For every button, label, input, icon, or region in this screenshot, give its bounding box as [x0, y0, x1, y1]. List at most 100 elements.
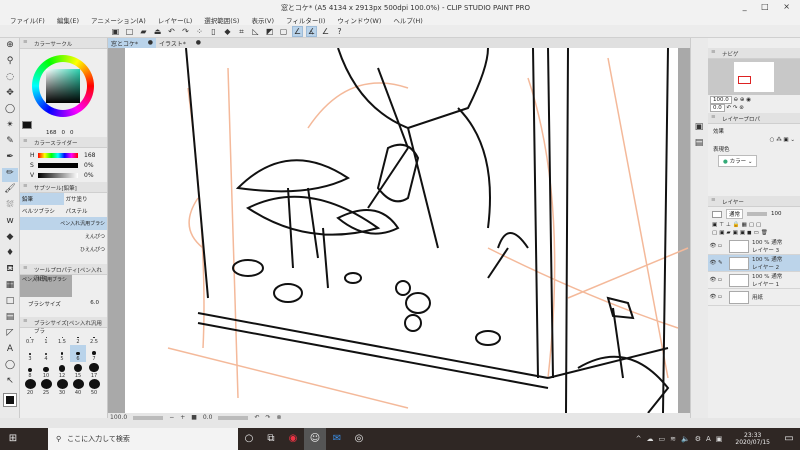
save-icon[interactable]: ⏏ — [152, 26, 163, 37]
layer-color-swatch[interactable] — [712, 210, 722, 218]
brush-size-option[interactable]: 12 — [54, 362, 70, 379]
zoom-value[interactable]: 100.0 — [110, 414, 127, 421]
layer-row[interactable]: 👁 ▫ 100 % 通常 レイヤー 1 — [708, 272, 800, 289]
rotate-icon[interactable]: ◌ — [2, 72, 18, 86]
tab-window-moss[interactable]: 窓とコケ* ● — [108, 38, 156, 48]
reset-rotation-icon[interactable]: ⊗ — [277, 414, 282, 421]
taskbar-search[interactable]: ⚲ ここに入力して検索 — [48, 428, 238, 450]
material-icon[interactable]: ▤ — [693, 138, 705, 152]
brush-size-option[interactable]: 6 — [70, 345, 86, 362]
brush-size-value[interactable]: 6.0 — [90, 300, 99, 308]
text-icon[interactable]: A — [2, 344, 18, 358]
task-view-icon[interactable]: ⧉ — [260, 428, 282, 450]
subtool-pastel[interactable]: パステル — [64, 205, 108, 217]
visibility-eye-icon[interactable]: 👁 — [708, 294, 718, 300]
menu-animation[interactable]: アニメーション(A) — [85, 14, 152, 25]
menu-layer[interactable]: レイヤー(L) — [152, 14, 199, 25]
layer-action-icons[interactable]: ▢▣▰▣▣◼▭🗑 — [712, 230, 796, 236]
main-color-swatch[interactable] — [3, 393, 17, 407]
visibility-eye-icon[interactable]: 👁 — [708, 277, 718, 283]
system-tray-icons[interactable]: ^☁▭≋🔈⚙A▣ — [636, 435, 728, 443]
zoom-in-icon[interactable]: + — [180, 414, 185, 421]
angle-slider[interactable] — [218, 415, 249, 420]
brush-size-option[interactable]: 4 — [38, 345, 54, 362]
brush-item[interactable]: ひえんぴつ — [20, 243, 107, 256]
layer-panel-icon[interactable]: ▣ — [693, 122, 705, 136]
tab-close-icon[interactable]: ● — [148, 39, 153, 47]
value-slider[interactable] — [38, 172, 78, 178]
menu-selection[interactable]: 選択範囲(S) — [198, 14, 245, 25]
brush-size-option[interactable]: 2 — [70, 328, 86, 345]
hue-slider-row[interactable]: H 168 — [30, 150, 107, 160]
menu-filter[interactable]: フィルター(I) — [280, 14, 331, 25]
effect-buttons[interactable]: ○ ⁂ ▣ ⌄ — [713, 137, 795, 143]
lasso-icon[interactable]: ◯ — [2, 104, 18, 118]
zoom-out-icon[interactable]: − — [169, 414, 174, 421]
clip-studio-taskbar-icon[interactable]: ☺ — [304, 428, 326, 450]
correct-line-icon[interactable]: ↖ — [2, 376, 18, 390]
rotate-right-icon[interactable]: ↷ — [266, 414, 271, 421]
cortana-icon[interactable]: ○ — [238, 428, 260, 450]
brush-size-option[interactable]: 30 — [54, 379, 70, 396]
move-icon[interactable]: ✥ — [2, 88, 18, 102]
pen-icon[interactable]: ✒ — [2, 152, 18, 166]
menu-help[interactable]: ヘルプ(H) — [387, 14, 428, 25]
brush-size-option[interactable]: 3 — [22, 345, 38, 362]
gradient-icon[interactable]: ▦ — [2, 280, 18, 294]
balloon-icon[interactable]: ◯ — [2, 360, 18, 374]
blend-mode-select[interactable]: 通常 — [726, 209, 744, 219]
opacity-slider[interactable] — [747, 212, 768, 216]
clip-studio-icon[interactable]: ▣ — [110, 26, 121, 37]
current-color-swatch[interactable] — [22, 121, 32, 129]
deselect-icon[interactable]: ⁘ — [194, 26, 205, 37]
brush-item[interactable]: えんぴつ — [20, 230, 107, 243]
ruler-icon[interactable]: ◺ — [250, 26, 261, 37]
lock-checkbox[interactable]: ▫ — [718, 277, 726, 283]
brush-size-option[interactable]: 8 — [22, 362, 38, 379]
new-file-icon[interactable]: □ — [124, 26, 135, 37]
pencil-icon[interactable]: ✏ — [2, 168, 18, 182]
clear-icon[interactable]: ▯ — [208, 26, 219, 37]
navigator-angle[interactable]: 0.0 — [710, 104, 725, 112]
frame-icon[interactable]: ▢ — [278, 26, 289, 37]
brush-size-option[interactable]: 50 — [86, 379, 102, 396]
fit-icon[interactable]: ■ — [191, 414, 197, 421]
menu-view[interactable]: 表示(V) — [245, 14, 280, 25]
color-circle[interactable] — [20, 49, 107, 129]
layer-row[interactable]: 👁 ✎ 100 % 通常 レイヤー 2 — [708, 255, 800, 272]
value-slider-row[interactable]: V 0% — [30, 170, 107, 180]
angle-value[interactable]: 0.0 — [203, 414, 213, 421]
lock-checkbox[interactable]: ▫ — [718, 243, 726, 249]
rotate-left-icon[interactable]: ↶ — [254, 414, 259, 421]
menu-window[interactable]: ウィンドウ(W) — [331, 14, 387, 25]
layer-tool-icons[interactable]: ▣⊤⊥🔒▦▢▢ — [712, 222, 796, 228]
window-controls[interactable]: _ □ × — [743, 2, 796, 11]
snap-special-ruler-icon[interactable]: ∡ — [306, 25, 317, 37]
brush-size-option[interactable]: 7 — [86, 345, 102, 362]
frame-border-icon[interactable]: ▤ — [2, 312, 18, 326]
brush-size-option[interactable]: 40 — [70, 379, 86, 396]
decoration-icon[interactable]: ᴡ — [2, 216, 18, 230]
visibility-eye-icon[interactable]: 👁 — [708, 260, 718, 266]
brush-size-option[interactable]: 17 — [86, 362, 102, 379]
lock-checkbox[interactable]: ▫ — [718, 294, 726, 300]
brush-size-option[interactable]: 20 — [22, 379, 38, 396]
saturation-slider-row[interactable]: S 0% — [30, 160, 107, 170]
transform-icon[interactable]: ⌗ — [236, 26, 247, 37]
brush-size-option[interactable]: 15 — [70, 362, 86, 379]
saturation-slider[interactable] — [38, 162, 78, 168]
subtool-pencil[interactable]: 鉛筆 — [20, 193, 64, 205]
eyedropper-icon[interactable]: ✎ — [2, 136, 18, 150]
clock[interactable]: 23:33 2020/07/15 — [735, 432, 770, 446]
redo-icon[interactable]: ↷ — [180, 26, 191, 37]
brush-size-option[interactable]: 10 — [38, 362, 54, 379]
subtool-gasa[interactable]: ガサ塗り — [64, 193, 108, 205]
open-folder-icon[interactable]: ▰ — [138, 26, 149, 37]
airbrush-icon[interactable]: ⛆ — [2, 200, 18, 214]
edit-pen-icon[interactable]: ✎ — [718, 260, 726, 266]
figure-icon[interactable]: □ — [2, 296, 18, 310]
notification-icon[interactable]: ▭ — [778, 428, 800, 450]
visibility-eye-icon[interactable]: 👁 — [708, 243, 718, 249]
hue-slider[interactable] — [38, 152, 78, 158]
windows-start-icon[interactable]: ⊞ — [2, 428, 24, 450]
